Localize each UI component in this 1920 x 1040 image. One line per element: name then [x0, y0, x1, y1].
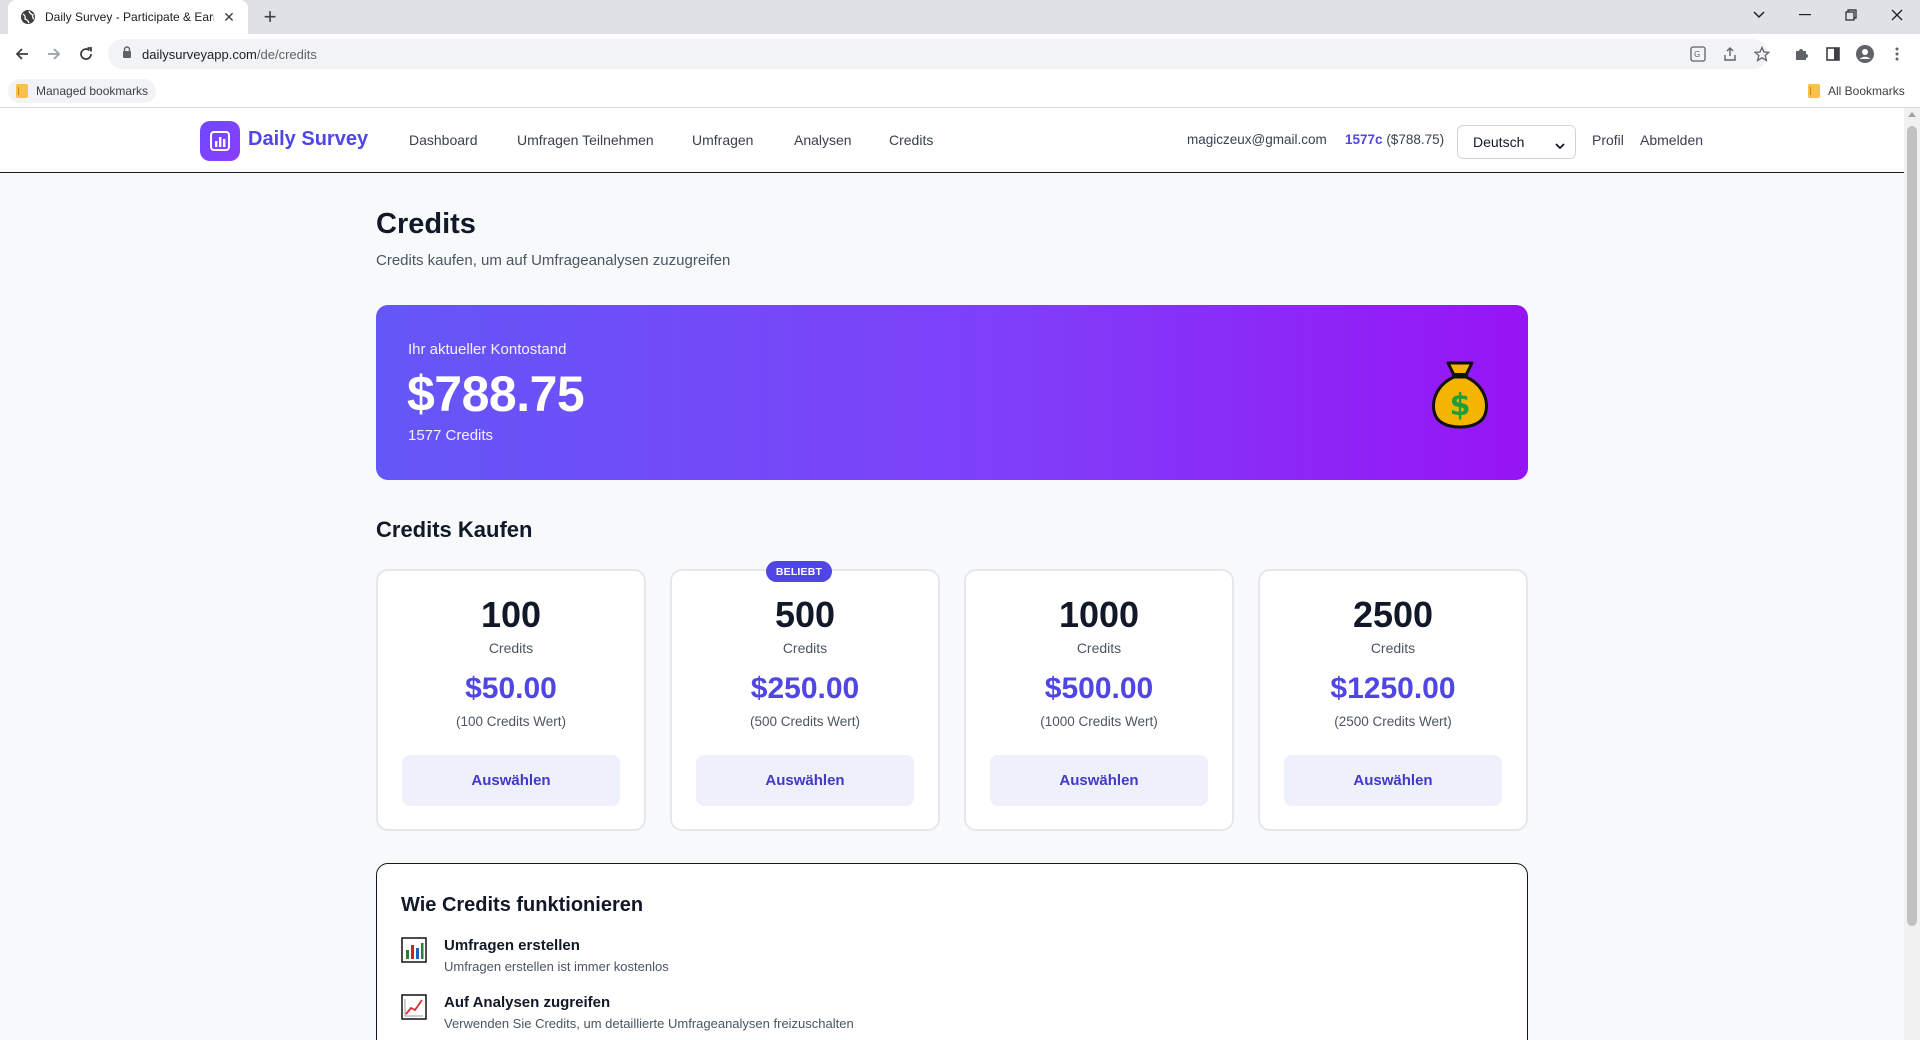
package-worth: (1000 Credits Wert) [1040, 714, 1158, 729]
profile-link[interactable]: Profil [1592, 132, 1624, 148]
scrollbar-thumb[interactable] [1907, 126, 1917, 926]
package-price: $250.00 [750, 672, 860, 705]
credit-package-card: 1000 Credits $500.00 (1000 Credits Wert)… [964, 569, 1234, 831]
money-bag-icon: $ [1432, 361, 1488, 429]
language-select[interactable]: Deutsch [1457, 125, 1576, 159]
package-amount: 100 [480, 594, 542, 635]
package-worth: (2500 Credits Wert) [1334, 714, 1452, 729]
brand-name[interactable]: Daily Survey [248, 128, 368, 151]
package-worth: (500 Credits Wert) [749, 714, 861, 729]
reload-icon[interactable] [72, 40, 100, 68]
close-tab-icon[interactable]: ✕ [220, 8, 238, 26]
nav-surveys[interactable]: Umfragen [692, 132, 753, 148]
close-window-button[interactable] [1874, 0, 1920, 30]
how-item-title: Umfragen erstellen [444, 937, 580, 954]
minimize-button[interactable] [1782, 0, 1828, 30]
site-header: Daily Survey Dashboard Umfragen Teilnehm… [0, 108, 1904, 173]
lock-icon[interactable] [122, 45, 132, 63]
logo[interactable] [200, 121, 240, 161]
package-worth: (100 Credits Wert) [455, 714, 567, 729]
folder-icon [16, 84, 28, 98]
all-bookmarks[interactable]: All Bookmarks [1800, 79, 1913, 103]
page-scrollbar[interactable] [1904, 108, 1920, 1040]
how-title: Wie Credits funktionieren [401, 894, 644, 916]
how-credits-work-panel: Wie Credits funktionieren Umfragen erste… [376, 863, 1528, 1040]
globe-icon [20, 9, 36, 25]
how-item-title: Auf Analysen zugreifen [444, 994, 611, 1011]
managed-bookmarks[interactable]: Managed bookmarks [8, 79, 157, 103]
share-icon[interactable] [1718, 42, 1742, 66]
how-item-desc: Umfragen erstellen ist immer kostenlos [444, 959, 669, 974]
menu-icon[interactable] [1885, 42, 1909, 66]
page-subtitle: Credits kaufen, um auf Umfrageanalysen z… [376, 252, 731, 269]
restore-button[interactable] [1828, 0, 1874, 30]
svg-text:$: $ [1450, 388, 1471, 423]
user-email: magiczeux@gmail.com [1187, 132, 1327, 147]
profile-icon[interactable] [1853, 42, 1877, 66]
page-title: Credits [376, 208, 476, 240]
folder-icon [1808, 84, 1820, 98]
forward-icon[interactable] [40, 40, 68, 68]
balance-credits: 1577 Credits [408, 427, 494, 444]
credit-balance-indicator: 1577c ($788.75) [1345, 132, 1445, 147]
bookmarks-bar: Managed bookmarks All Bookmarks [0, 74, 1920, 108]
package-amount: 1000 [1058, 594, 1140, 635]
how-item: Umfragen erstellen Umfragen erstellen is… [401, 937, 1301, 987]
tab-search-icon[interactable] [1736, 0, 1782, 30]
browser-tabstrip: Daily Survey - Participate & Earn ✕ + [0, 0, 1920, 34]
package-price: $1250.00 [1330, 672, 1456, 705]
buy-credits-title: Credits Kaufen [376, 517, 533, 542]
package-unit: Credits [488, 640, 534, 656]
address-bar[interactable]: dailysurveyapp.com/de/credits [108, 39, 1768, 69]
package-price: $50.00 [465, 672, 557, 705]
nav-analytics[interactable]: Analysen [794, 132, 852, 148]
browser-tab[interactable]: Daily Survey - Participate & Earn ✕ [8, 0, 248, 34]
select-package-button[interactable]: Auswählen [990, 755, 1208, 806]
browser-toolbar: dailysurveyapp.com/de/credits G [0, 34, 1920, 74]
popular-badge: BELIEBT [766, 561, 832, 582]
package-unit: Credits [1370, 640, 1416, 656]
extensions-icon[interactable] [1789, 42, 1813, 66]
bar-chart-logo-icon [210, 131, 230, 151]
nav-take-surveys[interactable]: Umfragen Teilnehmen [517, 132, 654, 148]
page-viewport: Daily Survey Dashboard Umfragen Teilnehm… [0, 108, 1904, 1040]
package-amount: 2500 [1352, 594, 1434, 635]
bookmark-star-icon[interactable] [1750, 42, 1774, 66]
credit-package-card: 2500 Credits $1250.00 (2500 Credits Wert… [1258, 569, 1528, 831]
nav-dashboard[interactable]: Dashboard [409, 132, 478, 148]
package-unit: Credits [1076, 640, 1122, 656]
select-package-button[interactable]: Auswählen [696, 755, 914, 806]
chevron-down-icon [1555, 137, 1565, 153]
nav-credits[interactable]: Credits [889, 132, 933, 148]
bar-chart-icon [401, 937, 427, 963]
url-text: dailysurveyapp.com/de/credits [142, 46, 317, 62]
balance-card: Ihr aktueller Kontostand $788.75 1577 Cr… [376, 305, 1528, 480]
credit-package-card: 100 Credits $50.00 (100 Credits Wert) Au… [376, 569, 646, 831]
select-package-button[interactable]: Auswählen [402, 755, 620, 806]
credit-package-card: BELIEBT 500 Credits $250.00 (500 Credits… [670, 561, 940, 831]
select-package-button[interactable]: Auswählen [1284, 755, 1502, 806]
package-amount: 500 [774, 594, 836, 635]
package-price: $500.00 [1044, 672, 1154, 705]
scroll-up-arrow-icon[interactable] [1908, 112, 1916, 117]
how-item-desc: Verwenden Sie Credits, um detaillierte U… [444, 1016, 854, 1031]
new-tab-button[interactable]: + [258, 4, 282, 29]
logout-link[interactable]: Abmelden [1640, 132, 1703, 148]
back-icon[interactable] [8, 40, 36, 68]
svg-text:G: G [1694, 50, 1700, 59]
tab-title: Daily Survey - Participate & Earn [45, 10, 214, 24]
balance-label: Ihr aktueller Kontostand [408, 341, 567, 358]
translate-icon[interactable]: G [1686, 42, 1710, 66]
trend-chart-icon [401, 994, 427, 1020]
how-item: Auf Analysen zugreifen Verwenden Sie Cre… [401, 994, 1301, 1040]
side-panel-icon[interactable] [1821, 42, 1845, 66]
balance-amount: $788.75 [407, 366, 585, 422]
package-unit: Credits [782, 640, 828, 656]
